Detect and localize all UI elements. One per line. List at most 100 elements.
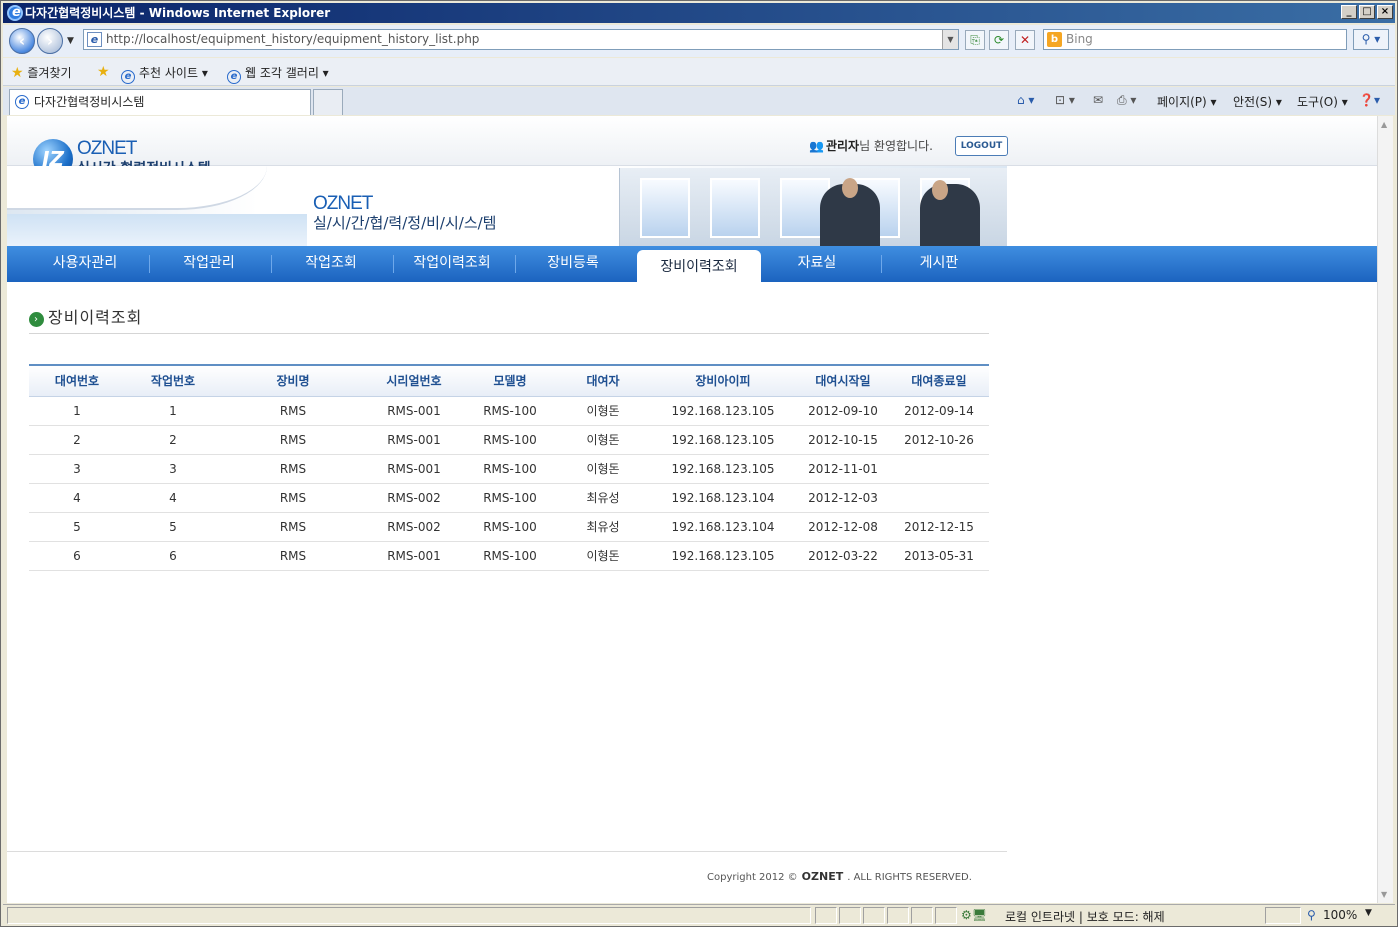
- nav-user-management[interactable]: 사용자관리: [25, 246, 145, 282]
- suggested-sites-link[interactable]: e 추천 사이트 ▾: [121, 64, 208, 84]
- equipment-history-table: 대여번호 작업번호 장비명 시리얼번호 모델명 대여자 장비아이피 대여시작일 …: [29, 364, 989, 571]
- table-cell: 2: [29, 425, 125, 455]
- compatibility-view-icon[interactable]: ⎘: [965, 30, 985, 50]
- table-cell: 4: [29, 483, 125, 513]
- recent-pages-dropdown-icon[interactable]: ▼: [67, 36, 74, 46]
- chevron-right-icon: ›: [29, 312, 44, 327]
- table-row: 5 5 RMS RMS-002 RMS-100 최유성 192.168.123.104 201…: [29, 512, 989, 542]
- refresh-icon[interactable]: ⟳: [989, 30, 1009, 50]
- zoom-level[interactable]: 100%: [1323, 908, 1357, 922]
- zoom-dropdown-icon[interactable]: ▼: [1365, 908, 1372, 918]
- status-message: [7, 907, 811, 924]
- status-bar: ⚙🖥 로컬 인트라넷 | 보호 모드: 해제 ⚲ 100% ▼: [3, 904, 1395, 926]
- table-cell: 이형돈: [557, 541, 649, 571]
- stop-icon[interactable]: ✕: [1015, 30, 1035, 50]
- browser-window: 다자간협력정비시스템 - Windows Internet Explorer _…: [0, 0, 1398, 927]
- security-zone-icon[interactable]: ⚙🖥: [961, 908, 987, 922]
- table-row: 1 1 RMS RMS-001 RMS-100 이형돈 192.168.123.105 201…: [29, 396, 989, 426]
- table-cell: 이형돈: [557, 425, 649, 455]
- table-cell: RMS-100: [463, 454, 557, 484]
- tab-title: 다자간협력정비시스템: [34, 95, 145, 109]
- table-cell: 1: [29, 396, 125, 426]
- add-favorite-button[interactable]: ★: [97, 64, 110, 80]
- table-cell: 2012-03-22: [797, 541, 889, 571]
- table-cell: RMS-100: [463, 541, 557, 571]
- bing-icon: b: [1047, 32, 1062, 47]
- scroll-down-icon[interactable]: ▼: [1381, 890, 1387, 899]
- page-title-text: 장비이력조회: [48, 308, 143, 327]
- mail-icon[interactable]: ✉: [1093, 93, 1103, 107]
- rights-text: . ALL RIGHTS RESERVED.: [847, 872, 972, 883]
- banner-handshake-image: [619, 168, 1007, 246]
- maximize-button[interactable]: □: [1359, 5, 1375, 19]
- table-cell: RMS: [221, 483, 365, 513]
- web-slice-gallery-link[interactable]: e 웹 조각 갤러리 ▾: [227, 64, 329, 84]
- banner-swoosh: [7, 166, 267, 210]
- page-viewport: JZ OZNET 실시간 협력정비시스템 👥관리자님 환영합니다. LOGOUT…: [7, 116, 1377, 903]
- table-cell: 이형돈: [557, 396, 649, 426]
- table-cell: 최유성: [557, 512, 649, 542]
- feeds-icon[interactable]: ⊡ ▾: [1055, 93, 1075, 107]
- table-cell: 4: [125, 483, 221, 513]
- nav-work-history[interactable]: 작업이력조회: [391, 246, 513, 282]
- nav-archive[interactable]: 자료실: [757, 246, 877, 282]
- vertical-scrollbar[interactable]: ▲ ▼: [1377, 116, 1393, 903]
- table-cell: 6: [29, 541, 125, 571]
- table-cell: RMS-001: [365, 541, 463, 571]
- back-button[interactable]: ‹: [9, 28, 35, 54]
- security-zone-text[interactable]: 로컬 인트라넷 | 보호 모드: 해제: [1005, 908, 1165, 925]
- search-button[interactable]: ⚲ ▾: [1353, 29, 1389, 50]
- table-cell: RMS-100: [463, 396, 557, 426]
- search-input[interactable]: b Bing: [1043, 29, 1347, 50]
- nav-work-inquiry[interactable]: 작업조회: [271, 246, 391, 282]
- minimize-button[interactable]: _: [1341, 5, 1357, 19]
- table-header-row: 대여번호 작업번호 장비명 시리얼번호 모델명 대여자 장비아이피 대여시작일 …: [29, 364, 989, 397]
- scroll-up-icon[interactable]: ▲: [1381, 120, 1387, 129]
- table-cell: 2012-10-26: [889, 425, 989, 455]
- ie-page-icon: e: [121, 70, 135, 84]
- tools-menu[interactable]: 도구(O) ▾: [1297, 93, 1348, 110]
- home-icon[interactable]: ⌂ ▾: [1017, 93, 1034, 107]
- nav-equipment-register[interactable]: 장비등록: [513, 246, 633, 282]
- footer-logo: OZNET: [801, 870, 844, 883]
- nav-work-management[interactable]: 작업관리: [149, 246, 269, 282]
- col-equipment-ip: 장비아이피: [649, 364, 797, 397]
- nav-board[interactable]: 게시판: [879, 246, 999, 282]
- col-rental-end: 대여종료일: [889, 364, 989, 397]
- table-cell: RMS-002: [365, 483, 463, 513]
- table-cell: 3: [29, 454, 125, 484]
- table-cell: [889, 454, 989, 484]
- favorites-button[interactable]: ★ 즐겨찾기: [11, 64, 72, 81]
- nav-equipment-history[interactable]: 장비이력조회: [637, 250, 761, 282]
- address-bar[interactable]: e http://localhost/equipment_history/equ…: [83, 29, 959, 50]
- web-slice-gallery-label: 웹 조각 갤러리 ▾: [245, 66, 329, 80]
- page-menu[interactable]: 페이지(P) ▾: [1157, 93, 1217, 110]
- status-tools-icon[interactable]: [1265, 907, 1301, 924]
- table-cell: 6: [125, 541, 221, 571]
- table-cell: 192.168.123.105: [649, 454, 797, 484]
- welcome-suffix: 님 환영합니다.: [859, 139, 933, 153]
- table-cell: RMS-100: [463, 425, 557, 455]
- table-cell: 192.168.123.105: [649, 425, 797, 455]
- help-icon[interactable]: ❓▾: [1359, 93, 1380, 107]
- safety-menu[interactable]: 안전(S) ▾: [1233, 93, 1282, 110]
- address-dropdown-icon[interactable]: ▼: [942, 30, 958, 49]
- table-cell: RMS: [221, 425, 365, 455]
- browser-tab-active[interactable]: e 다자간협력정비시스템: [9, 89, 311, 115]
- table-cell: 2012-12-08: [797, 512, 889, 542]
- zoom-icon[interactable]: ⚲: [1307, 908, 1316, 922]
- col-rental-start: 대여시작일: [797, 364, 889, 397]
- print-icon[interactable]: ⎙ ▾: [1117, 93, 1136, 108]
- banner: OZNET 실/시/간/협/력/정/비/시/스/템: [7, 166, 1007, 246]
- forward-button[interactable]: ›: [37, 28, 63, 54]
- new-tab-button[interactable]: [313, 89, 343, 115]
- logout-button[interactable]: LOGOUT: [955, 136, 1008, 156]
- main-navigation: 사용자관리 작업관리 작업조회 작업이력조회 장비등록 장비이력조회 자료실 게…: [7, 246, 1377, 282]
- table-cell: 2: [125, 425, 221, 455]
- col-renter: 대여자: [557, 364, 649, 397]
- page-title: › 장비이력조회: [29, 304, 142, 328]
- col-work-no: 작업번호: [125, 364, 221, 397]
- table-cell: RMS-001: [365, 396, 463, 426]
- close-window-button[interactable]: ×: [1377, 5, 1393, 19]
- table-cell: 2012-09-14: [889, 396, 989, 426]
